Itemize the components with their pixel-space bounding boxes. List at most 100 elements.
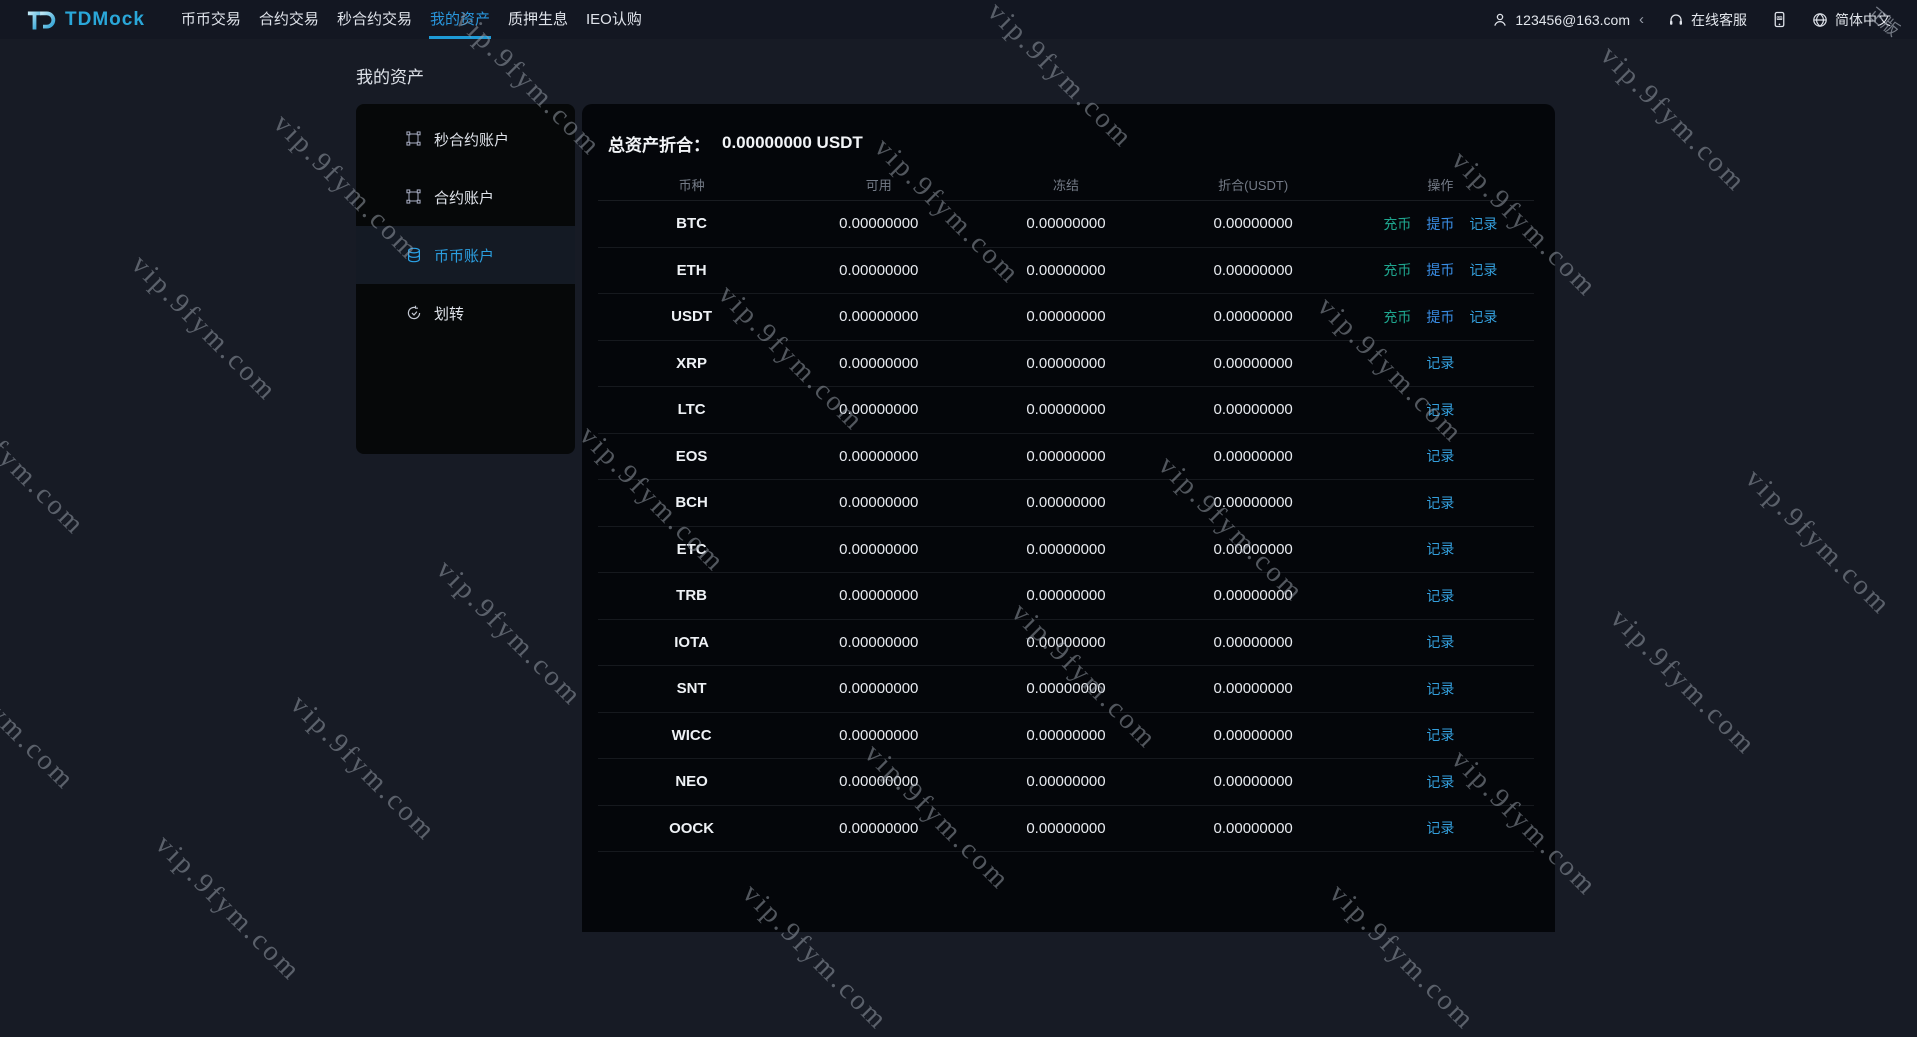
coin-symbol: XRP [598, 355, 785, 372]
actions-cell: 记录 [1347, 725, 1534, 745]
column-header-4: 操作 [1347, 175, 1534, 194]
nav-item-staking[interactable]: 质押生息 [499, 0, 577, 39]
available-balance: 0.00000000 [785, 541, 972, 558]
total-assets-label: 总资产折合： [608, 131, 710, 156]
frozen-balance: 0.00000000 [972, 262, 1159, 279]
converted-usdt: 0.00000000 [1160, 773, 1347, 790]
actions-cell: 记录 [1347, 586, 1534, 606]
mobile-app-icon: APP [1771, 11, 1788, 28]
frozen-balance: 0.00000000 [972, 587, 1159, 604]
actions-cell: 记录 [1347, 493, 1534, 513]
actions-cell: 记录 [1347, 679, 1534, 699]
nav-item-ieo[interactable]: IEO认购 [577, 0, 651, 39]
converted-usdt: 0.00000000 [1160, 215, 1347, 232]
sidebar-item-seconds-contract-account[interactable]: 秒合约账户 [356, 110, 575, 168]
frozen-balance: 0.00000000 [972, 541, 1159, 558]
assets-table-header: 币种可用冻结折合(USDT)操作 [598, 168, 1534, 201]
records-link[interactable]: 记录 [1426, 818, 1454, 838]
sidebar-item-contract-account[interactable]: 合约账户 [356, 168, 575, 226]
records-link[interactable]: 记录 [1469, 307, 1497, 327]
actions-cell: 记录 [1347, 772, 1534, 792]
available-balance: 0.00000000 [785, 355, 972, 372]
language-select[interactable]: 简体中文 [1812, 10, 1891, 30]
records-link[interactable]: 记录 [1426, 493, 1454, 513]
top-nav: TDMock 币币交易合约交易秒合约交易我的资产质押生息IEO认购 123456… [0, 0, 1917, 39]
globe-icon [1812, 12, 1828, 28]
records-link[interactable]: 记录 [1426, 400, 1454, 420]
coin-symbol: LTC [598, 401, 785, 418]
deposit-link[interactable]: 充币 [1383, 307, 1411, 327]
brand-logo-icon [26, 8, 60, 32]
online-support-link[interactable]: 在线客服 [1668, 10, 1747, 30]
nav-item-spot-trade[interactable]: 币币交易 [172, 0, 250, 39]
account-menu[interactable]: 123456@163.com ‹ [1492, 11, 1644, 28]
svg-text:APP: APP [1777, 16, 1783, 20]
asset-row-OOCK: OOCK0.000000000.000000000.00000000记录 [598, 806, 1534, 853]
asset-row-BTC: BTC0.000000000.000000000.00000000充币提币记录 [598, 201, 1534, 248]
records-link[interactable]: 记录 [1426, 586, 1454, 606]
records-link[interactable]: 记录 [1469, 214, 1497, 234]
sidebar-item-spot-account[interactable]: 币币账户 [356, 226, 575, 284]
nav-item-seconds-contract-trade[interactable]: 秒合约交易 [328, 0, 421, 39]
records-link[interactable]: 记录 [1426, 539, 1454, 559]
assets-table: 币种可用冻结折合(USDT)操作 BTC0.000000000.00000000… [598, 168, 1534, 852]
asset-row-LTC: LTC0.000000000.000000000.00000000记录 [598, 387, 1534, 434]
coin-symbol: ETC [598, 541, 785, 558]
column-header-0: 币种 [598, 175, 785, 194]
actions-cell: 记录 [1347, 400, 1534, 420]
watermark-text: vip.9fym.com [429, 554, 588, 713]
asset-row-ETC: ETC0.000000000.000000000.00000000记录 [598, 527, 1534, 574]
coin-symbol: BTC [598, 215, 785, 232]
records-link[interactable]: 记录 [1426, 679, 1454, 699]
language-label: 简体中文 [1835, 10, 1891, 30]
coin-symbol: SNT [598, 680, 785, 697]
brand-name: TDMock [65, 9, 145, 31]
actions-cell: 记录 [1347, 818, 1534, 838]
available-balance: 0.00000000 [785, 308, 972, 325]
frozen-balance: 0.00000000 [972, 820, 1159, 837]
sidebar-item-label: 币币账户 [434, 245, 494, 266]
user-icon [1492, 12, 1508, 28]
frozen-balance: 0.00000000 [972, 448, 1159, 465]
converted-usdt: 0.00000000 [1160, 680, 1347, 697]
watermark-text: vip.9fym.com [124, 249, 283, 408]
sidebar-item-transfer[interactable]: 划转 [356, 284, 575, 342]
records-link[interactable]: 记录 [1469, 260, 1497, 280]
records-link[interactable]: 记录 [1426, 353, 1454, 373]
total-assets-value: 0.00000000 USDT [722, 133, 863, 153]
actions-cell: 充币提币记录 [1347, 214, 1534, 234]
app-download-button[interactable]: APP [1771, 11, 1788, 28]
column-header-3: 折合(USDT) [1160, 175, 1347, 194]
online-support-label: 在线客服 [1691, 10, 1747, 30]
account-email: 123456@163.com [1515, 12, 1630, 28]
records-link[interactable]: 记录 [1426, 772, 1454, 792]
available-balance: 0.00000000 [785, 448, 972, 465]
deposit-link[interactable]: 充币 [1383, 214, 1411, 234]
coin-symbol: USDT [598, 308, 785, 325]
chevron-icon: ‹ [1639, 11, 1644, 28]
converted-usdt: 0.00000000 [1160, 355, 1347, 372]
withdraw-link[interactable]: 提币 [1426, 307, 1454, 327]
available-balance: 0.00000000 [785, 401, 972, 418]
watermark-text: vip.9fym.com [283, 689, 442, 848]
coin-symbol: ETH [598, 262, 785, 279]
watermark-text: vip.9fym.com [1603, 603, 1762, 762]
column-header-1: 可用 [785, 175, 972, 194]
converted-usdt: 0.00000000 [1160, 541, 1347, 558]
records-link[interactable]: 记录 [1426, 725, 1454, 745]
sidebar: 秒合约账户合约账户币币账户划转 [356, 104, 575, 454]
converted-usdt: 0.00000000 [1160, 587, 1347, 604]
asset-row-USDT: USDT0.000000000.000000000.00000000充币提币记录 [598, 294, 1534, 341]
withdraw-link[interactable]: 提币 [1426, 260, 1454, 280]
records-link[interactable]: 记录 [1426, 632, 1454, 652]
nav-item-contract-trade[interactable]: 合约交易 [250, 0, 328, 39]
brand-logo[interactable]: TDMock [26, 8, 145, 32]
withdraw-link[interactable]: 提币 [1426, 214, 1454, 234]
assets-panel: 总资产折合： 0.00000000 USDT 币种可用冻结折合(USDT)操作 … [582, 104, 1555, 932]
sidebar-item-label: 划转 [434, 303, 464, 324]
available-balance: 0.00000000 [785, 634, 972, 651]
coin-symbol: TRB [598, 587, 785, 604]
deposit-link[interactable]: 充币 [1383, 260, 1411, 280]
nav-item-my-assets[interactable]: 我的资产 [421, 0, 499, 39]
records-link[interactable]: 记录 [1426, 446, 1454, 466]
